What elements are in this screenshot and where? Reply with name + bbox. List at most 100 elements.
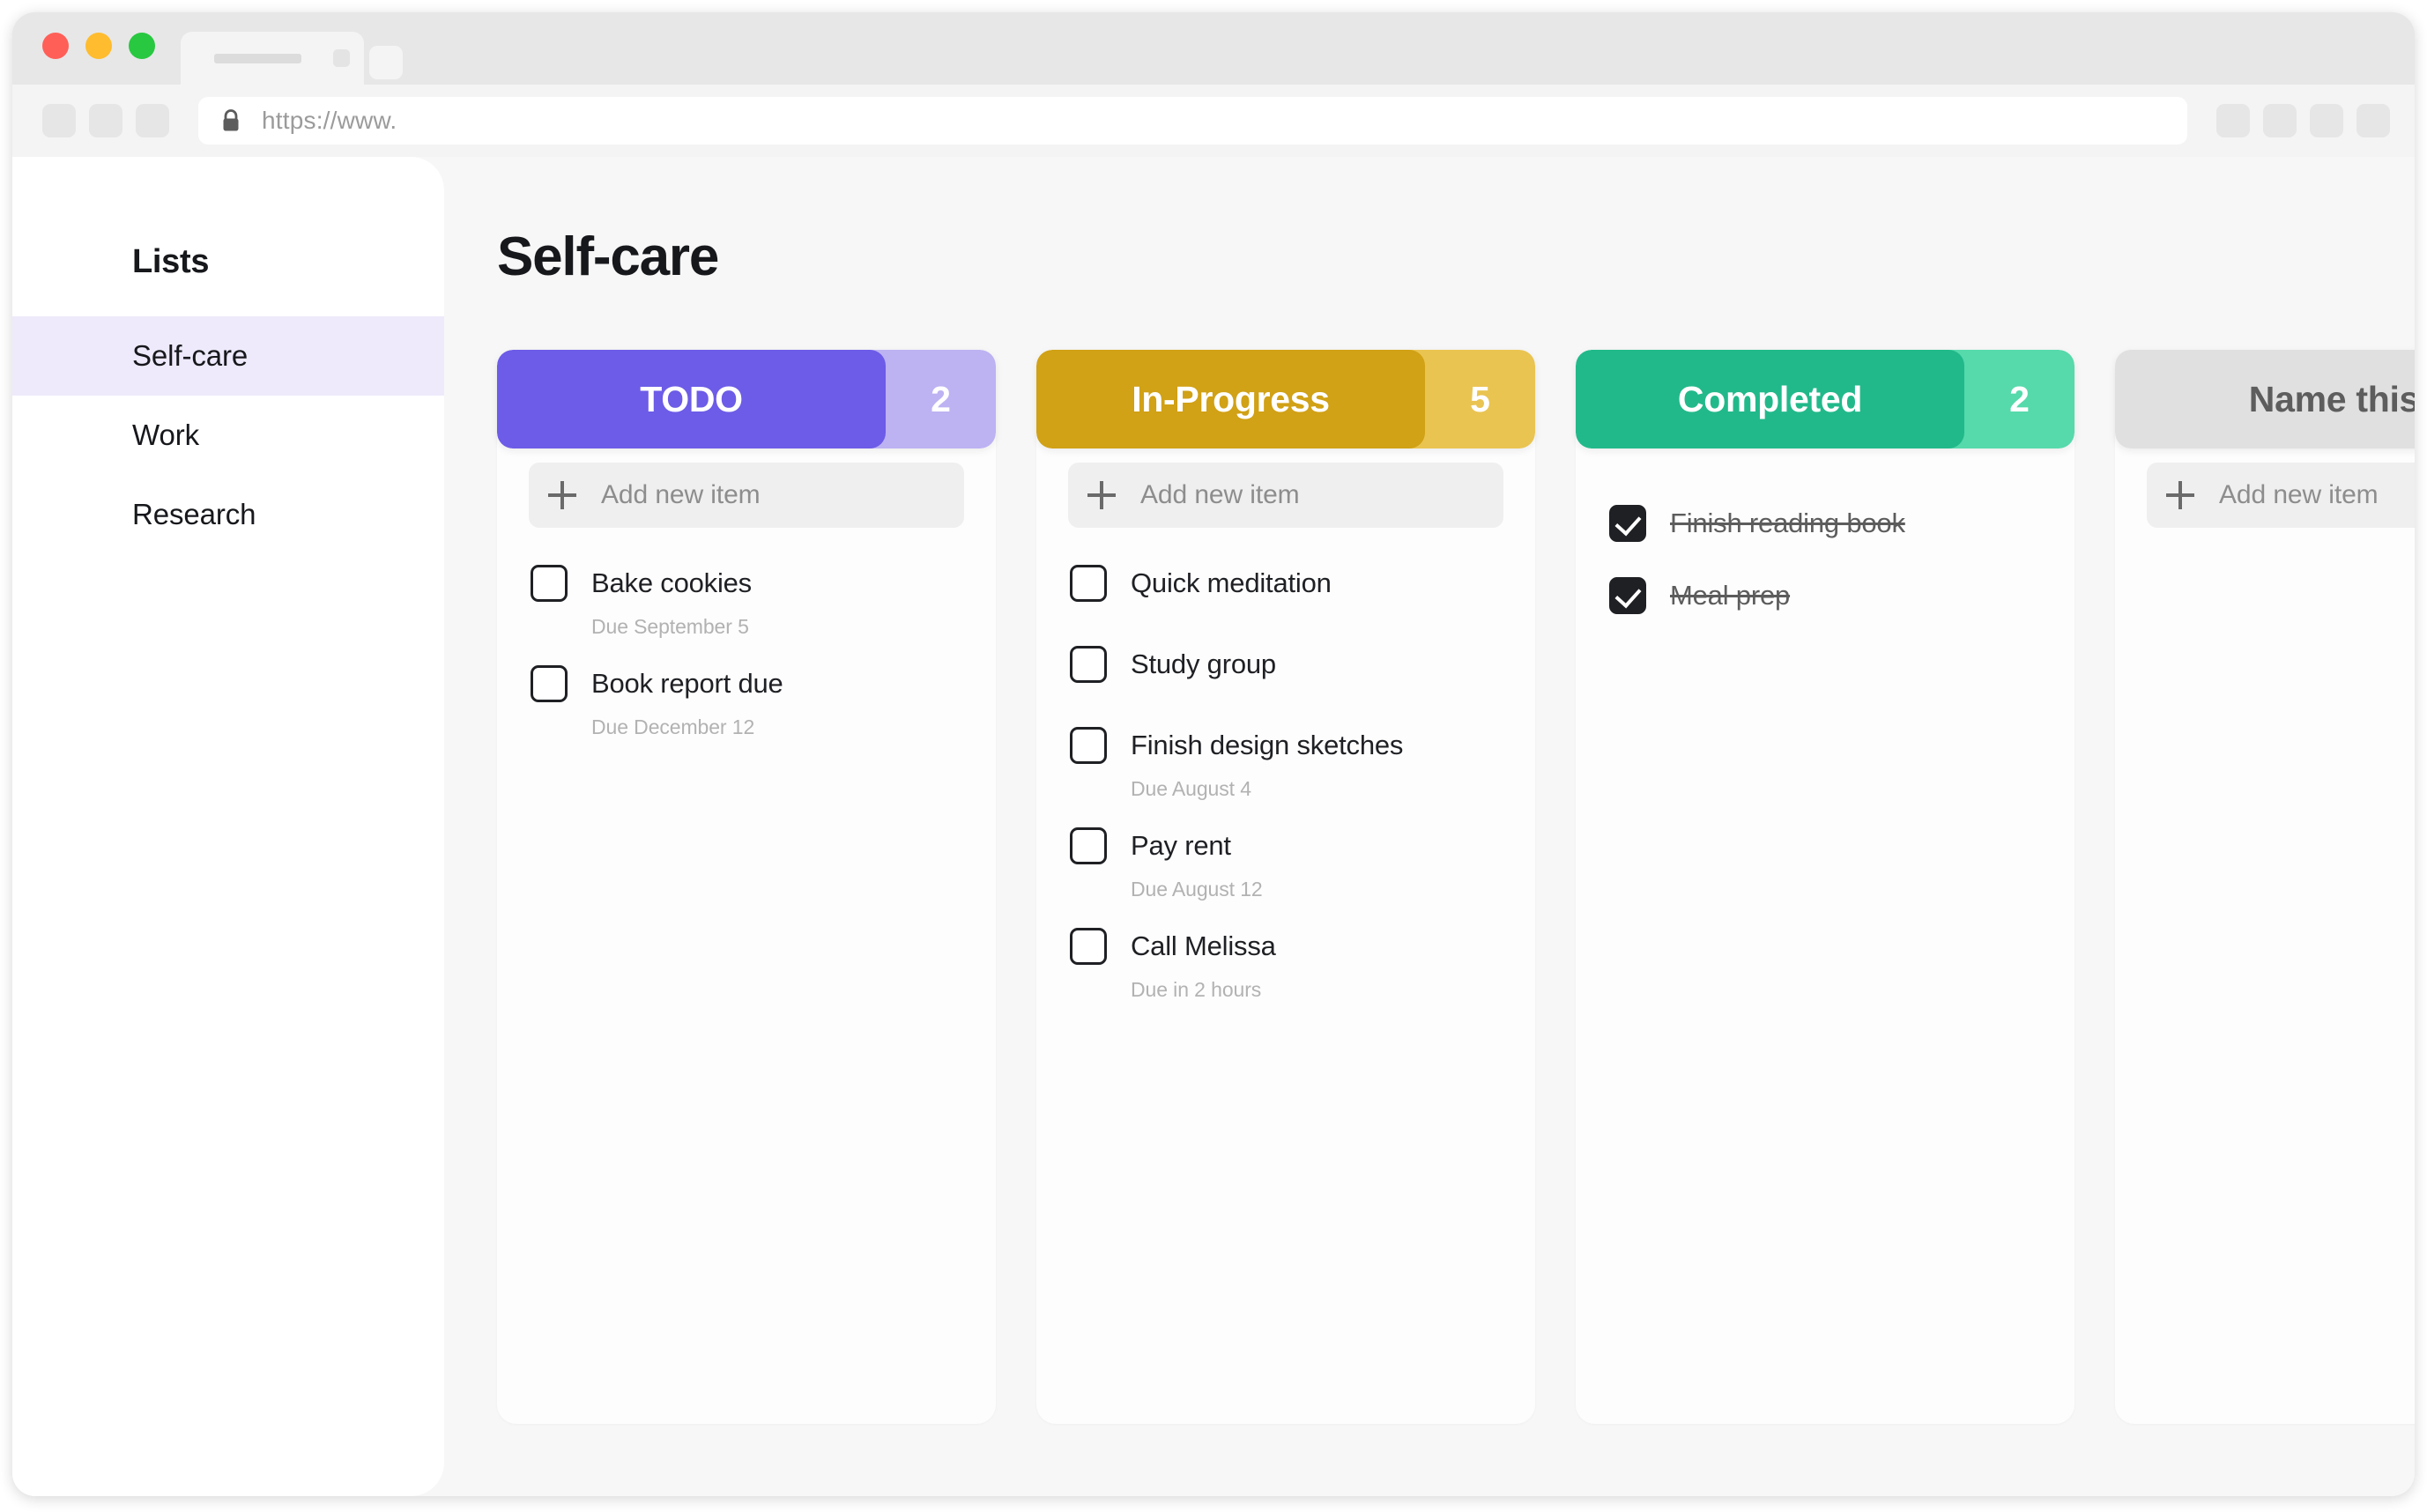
plus-icon <box>1087 481 1116 509</box>
column-title: Completed <box>1576 350 1964 448</box>
task-item[interactable]: Finish design sketches Due August 4 <box>1068 727 1503 801</box>
task-row: Finish design sketches <box>1070 727 1503 764</box>
board-column: In-Progress 5 Add new item Quick meditation… <box>1036 350 1535 1424</box>
column-header[interactable]: In-Progress 5 <box>1036 350 1535 448</box>
task-label: Quick meditation <box>1131 567 1332 598</box>
column-header[interactable]: TODO 2 <box>497 350 996 448</box>
task-label: Meal prep <box>1670 580 1791 611</box>
sidebar-title: Lists <box>132 243 210 280</box>
reload-button[interactable] <box>136 104 169 137</box>
task-item[interactable]: Bake cookies Due September 5 <box>529 565 964 639</box>
column-header[interactable]: Name this list <box>2115 350 2415 448</box>
task-checkbox[interactable] <box>531 565 568 602</box>
column-count-badge: 2 <box>870 350 996 448</box>
sidebar-item-label: Research <box>132 498 256 530</box>
task-checkbox[interactable] <box>1070 565 1107 602</box>
toolbar-button-1[interactable] <box>2216 104 2250 137</box>
task-item[interactable]: Meal prep <box>1607 577 2043 614</box>
close-window-button[interactable] <box>42 33 69 59</box>
browser-toolbar: https://www. <box>12 85 2415 157</box>
sidebar-item-self-care[interactable]: Self-care <box>12 316 444 396</box>
tab-close-icon[interactable] <box>332 49 350 67</box>
task-row: Quick meditation <box>1070 565 1503 602</box>
screen: https://www. Lists Self-care Work Resear… <box>0 0 2427 1512</box>
tab-title-placeholder <box>214 53 301 63</box>
task-item[interactable]: Finish reading book <box>1607 505 2043 542</box>
column-title: Name this list <box>2115 350 2415 448</box>
task-label: Finish reading book <box>1670 508 1905 538</box>
task-row: Finish reading book <box>1609 505 2043 542</box>
lock-icon <box>223 109 239 131</box>
sidebar-item-research[interactable]: Research <box>12 475 444 554</box>
column-body: Add new item <box>2115 454 2415 528</box>
task-due-date: Due August 4 <box>1131 777 1251 800</box>
task-label: Finish design sketches <box>1131 730 1404 760</box>
task-label: Book report due <box>591 668 783 699</box>
sidebar-item-label: Self-care <box>132 339 249 372</box>
board-columns: TODO 2 Add new item Bake cookies Due Septemb… <box>497 350 2415 1424</box>
task-item[interactable]: Quick meditation <box>1068 565 1503 602</box>
add-new-item-button[interactable]: Add new item <box>2147 463 2415 528</box>
task-row: Pay rent <box>1070 827 1503 864</box>
task-row: Study group <box>1070 646 1503 683</box>
minimize-window-button[interactable] <box>85 33 112 59</box>
task-checkbox[interactable] <box>1070 928 1107 965</box>
task-row: Bake cookies <box>531 565 964 602</box>
address-bar-text: https://www. <box>262 107 397 134</box>
task-checkbox[interactable] <box>1070 727 1107 764</box>
task-row: Meal prep <box>1609 577 2043 614</box>
board-column: Name this list Add new item <box>2115 350 2415 1424</box>
toolbar-button-3[interactable] <box>2310 104 2343 137</box>
toolbar-button-2[interactable] <box>2263 104 2297 137</box>
add-new-item-button[interactable]: Add new item <box>529 463 964 528</box>
column-title: TODO <box>497 350 886 448</box>
add-new-item-label: Add new item <box>601 480 761 509</box>
board-column: TODO 2 Add new item Bake cookies Due Septemb… <box>497 350 996 1424</box>
task-item[interactable]: Study group <box>1068 646 1503 683</box>
column-count-badge: 2 <box>1948 350 2074 448</box>
sidebar: Lists Self-care Work Research <box>12 157 444 1496</box>
toolbar-button-4[interactable] <box>2356 104 2390 137</box>
browser-tab[interactable] <box>181 32 364 85</box>
column-header[interactable]: Completed 2 <box>1576 350 2074 448</box>
browser-window: https://www. Lists Self-care Work Resear… <box>12 12 2415 1496</box>
task-label: Study group <box>1131 649 1276 679</box>
board-column: Completed 2 Finish reading book Meal prep <box>1576 350 2074 1424</box>
task-label: Call Melissa <box>1131 930 1276 961</box>
task-due-date: Due December 12 <box>591 715 755 738</box>
task-checkbox[interactable] <box>1070 827 1107 864</box>
task-due-date: Due in 2 hours <box>1131 978 1262 1001</box>
sidebar-item-work[interactable]: Work <box>12 396 444 475</box>
add-new-item-button[interactable]: Add new item <box>1068 463 1503 528</box>
task-item[interactable]: Book report due Due December 12 <box>529 665 964 739</box>
task-due-date: Due August 12 <box>1131 878 1263 901</box>
window-traffic-lights <box>42 12 155 85</box>
column-body: Add new item Bake cookies Due September 5B… <box>497 454 996 739</box>
board: Self-care TODO 2 Add new item Bake cookies D… <box>444 157 2415 1496</box>
task-due-date: Due September 5 <box>591 615 749 638</box>
sidebar-item-label: Work <box>132 419 199 451</box>
maximize-window-button[interactable] <box>129 33 155 59</box>
page-content: Lists Self-care Work Research Self-care … <box>12 157 2415 1496</box>
task-label: Bake cookies <box>591 567 752 598</box>
column-body: Add new item Quick meditation Study group F… <box>1036 454 1535 1002</box>
new-tab-button[interactable] <box>369 46 403 79</box>
browser-tab-strip <box>12 12 2415 85</box>
task-checkbox[interactable] <box>531 665 568 702</box>
column-body: Finish reading book Meal prep <box>1576 454 2074 614</box>
add-new-item-label: Add new item <box>2219 480 2379 509</box>
task-checkbox-checked[interactable] <box>1609 505 1646 542</box>
address-bar[interactable]: https://www. <box>198 97 2187 145</box>
task-item[interactable]: Pay rent Due August 12 <box>1068 827 1503 901</box>
add-new-item-label: Add new item <box>1140 480 1300 509</box>
back-button[interactable] <box>42 104 76 137</box>
task-row: Book report due <box>531 665 964 702</box>
plus-icon <box>2166 481 2194 509</box>
task-label: Pay rent <box>1131 830 1231 861</box>
task-checkbox[interactable] <box>1070 646 1107 683</box>
column-title: In-Progress <box>1036 350 1425 448</box>
forward-button[interactable] <box>89 104 122 137</box>
task-checkbox-checked[interactable] <box>1609 577 1646 614</box>
column-spacer <box>1607 463 2043 505</box>
task-item[interactable]: Call Melissa Due in 2 hours <box>1068 928 1503 1002</box>
